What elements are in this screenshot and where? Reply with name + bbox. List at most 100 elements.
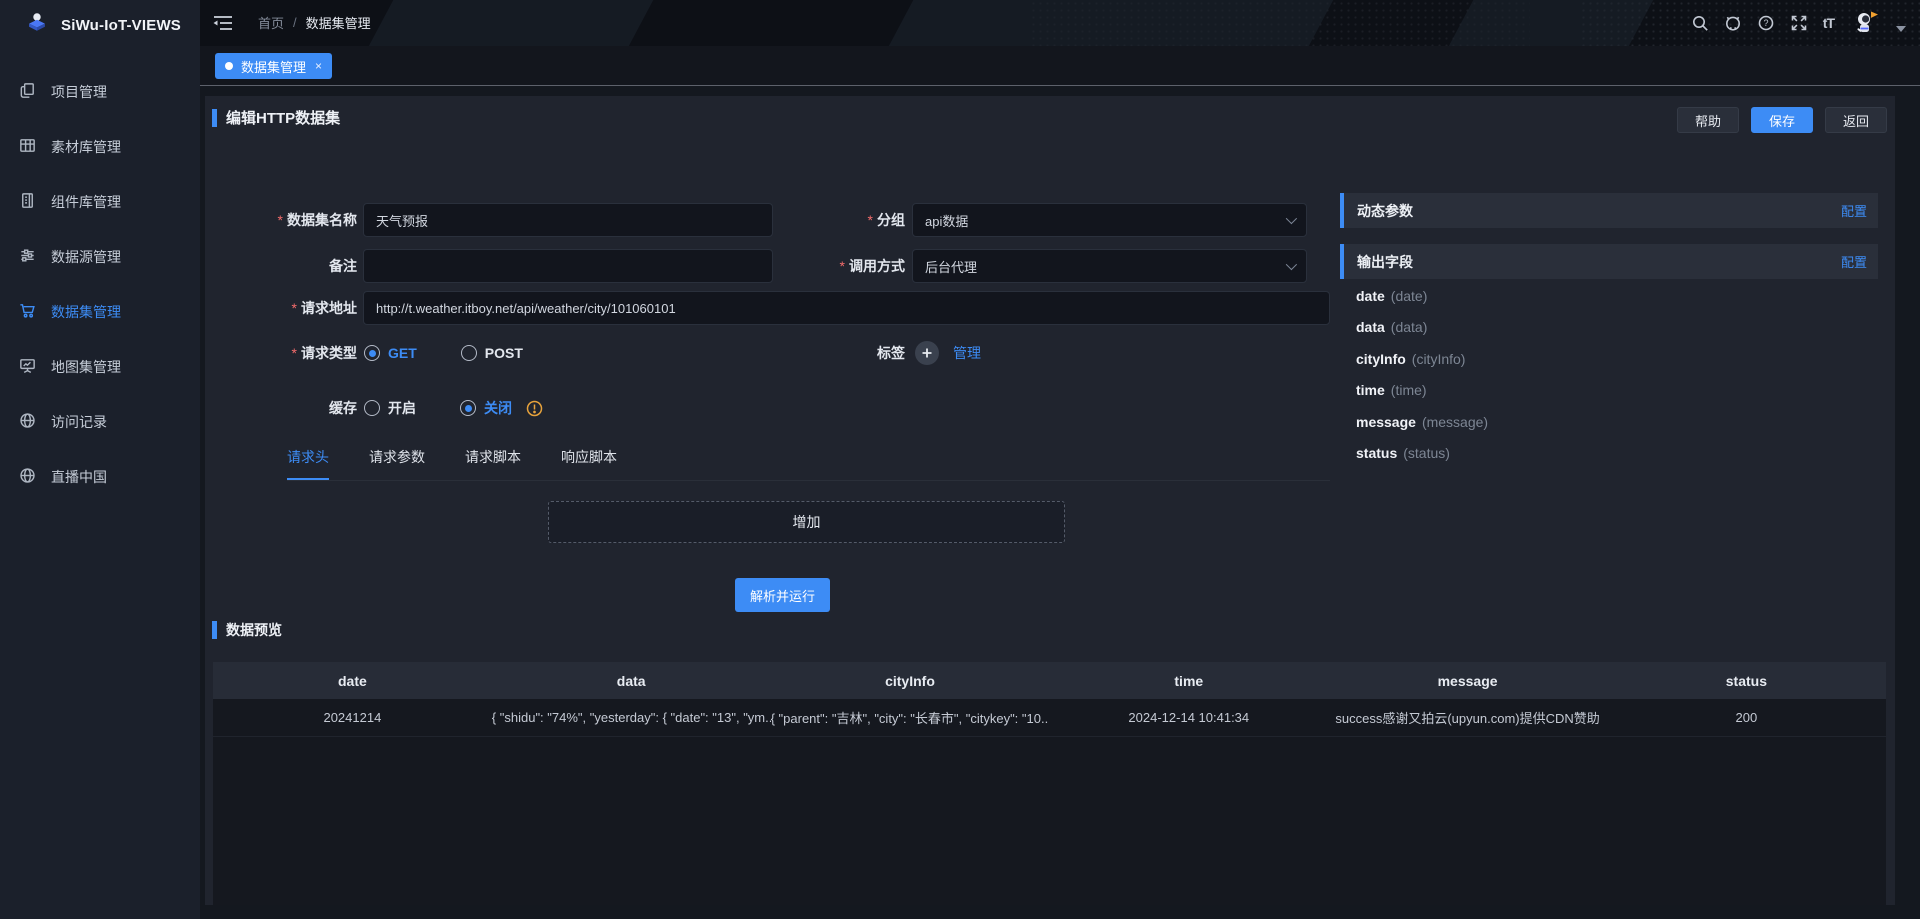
dynamic-params-config-link[interactable]: 配置 [1841,201,1867,220]
sidebar-item-live-china[interactable]: 直播中国 [0,449,200,504]
sidebar-item-label: 组件库管理 [51,192,121,212]
sidebar-item-label: 数据源管理 [51,247,121,267]
group-select[interactable]: api数据 [912,203,1307,237]
search-icon[interactable] [1691,14,1709,32]
dynamic-params-header: 动态参数 配置 [1340,193,1878,228]
tab-label: 数据集管理 [241,57,306,76]
app-title: SiWu-IoT-VIEWS [61,17,181,34]
sidebar-item-label: 地图集管理 [51,357,121,377]
sidebar: SiWu-IoT-VIEWS 项目管理 素材库管理 组件库管理 数据源管理 数据… [0,0,200,919]
remark-label: 备注 [205,249,357,283]
radio-cache-off-label[interactable]: 关闭 [484,398,512,418]
tab-dataset-management[interactable]: 数据集管理 × [215,53,332,79]
radio-post-label[interactable]: POST [485,345,523,361]
breadcrumb-home[interactable]: 首页 [258,13,284,32]
request-type-radio-group: GET POST [364,336,523,370]
breadcrumb: 首页 / 数据集管理 [258,13,371,32]
copy-icon [18,81,37,103]
cell-message: success感谢又拍云(upyun.com)提供CDN赞助 [1328,708,1607,727]
output-fields-header: 输出字段 配置 [1340,244,1878,279]
call-mode-select[interactable]: 后台代理 [912,249,1307,283]
column-header: data [492,673,771,689]
sidebar-item-label: 直播中国 [51,467,107,487]
output-field-row: date (date) [1356,280,1488,312]
font-size-icon[interactable]: tT [1823,15,1834,31]
fullscreen-icon[interactable] [1790,14,1808,32]
remark-input[interactable] [363,249,773,283]
output-field-row: data (data) [1356,312,1488,344]
chevron-down-icon [1286,259,1297,270]
preview-table-header: date data cityInfo time message status [213,662,1886,699]
radio-cache-on[interactable] [364,400,380,416]
radio-cache-on-label[interactable]: 开启 [388,398,416,418]
data-preview-title: 数据预览 [212,620,282,640]
breadcrumb-separator: / [293,15,297,30]
dataset-name-label: *数据集名称 [205,203,357,237]
table-row[interactable]: 20241214 { "shidu": "74%", "yesterday": … [213,699,1886,737]
warning-icon[interactable] [526,400,543,417]
column-header: cityInfo [771,673,1050,689]
sidebar-item-projects[interactable]: 项目管理 [0,64,200,119]
output-field-row: cityInfo (cityInfo) [1356,343,1488,375]
cell-time: 2024-12-14 10:41:34 [1049,710,1328,725]
caret-down-icon[interactable] [1896,26,1906,32]
avatar[interactable] [1851,8,1881,38]
save-button[interactable]: 保存 [1751,107,1813,133]
sidebar-item-label: 访问记录 [51,412,107,432]
tab-strip: 数据集管理 × [200,46,1920,86]
logo-icon [24,10,50,41]
chevron-down-icon [1286,213,1297,224]
cache-label: 缓存 [205,391,357,425]
output-field-row: status (status) [1356,438,1488,470]
sidebar-item-dataset[interactable]: 数据集管理 [0,284,200,339]
radio-cache-off[interactable] [460,400,476,416]
cell-date: 20241214 [213,710,492,725]
radio-get[interactable] [364,345,380,361]
github-icon[interactable] [1724,14,1742,32]
cell-cityinfo: { "parent": "吉林", "city": "长春市", "cityke… [771,708,1050,727]
tab-response-script[interactable]: 响应脚本 [561,447,617,480]
manage-tags-link[interactable]: 管理 [953,343,981,363]
cell-status: 200 [1607,710,1886,725]
back-button[interactable]: 返回 [1825,107,1887,133]
radio-get-label[interactable]: GET [388,345,417,361]
tab-request-headers[interactable]: 请求头 [287,447,329,480]
sidebar-item-label: 数据集管理 [51,302,121,322]
sidebar-item-label: 素材库管理 [51,137,121,157]
request-url-input[interactable] [363,291,1330,325]
add-tag-button[interactable] [915,341,939,365]
radio-post[interactable] [461,345,477,361]
editor-card: 编辑HTTP数据集 帮助 保存 返回 *数据集名称 *分组 api数据 备注 *… [205,96,1895,905]
active-tab-dot-icon [225,62,233,70]
preview-table-body: 20241214 { "shidu": "74%", "yesterday": … [213,699,1886,905]
collapse-sidebar-icon[interactable] [212,13,234,33]
topbar: 首页 / 数据集管理 ? tT [200,0,1920,46]
app-logo: SiWu-IoT-VIEWS [0,0,200,50]
sidebar-item-access-log[interactable]: 访问记录 [0,394,200,449]
grid-icon [18,136,37,158]
help-button[interactable]: 帮助 [1677,107,1739,133]
column-header: date [213,673,492,689]
sidebar-item-label: 项目管理 [51,82,107,102]
tab-request-params[interactable]: 请求参数 [369,447,425,480]
close-icon[interactable]: × [315,60,322,72]
help-icon[interactable]: ? [1757,14,1775,32]
cache-radio-group: 开启 关闭 [364,391,543,425]
tags-row: 管理 [915,336,981,370]
output-fields-list: date (date) data (data) cityInfo (cityIn… [1356,280,1488,469]
page-title: 编辑HTTP数据集 [212,107,340,128]
output-fields-config-link[interactable]: 配置 [1841,252,1867,271]
column-header: status [1607,673,1886,689]
request-type-label: *请求类型 [205,336,357,370]
add-header-button[interactable]: 增加 [548,501,1065,543]
sidebar-item-material-library[interactable]: 素材库管理 [0,119,200,174]
sidebar-item-component-library[interactable]: 组件库管理 [0,174,200,229]
sidebar-item-atlas[interactable]: 地图集管理 [0,339,200,394]
sidebar-item-datasource[interactable]: 数据源管理 [0,229,200,284]
tags-label: 标签 [753,336,905,370]
request-tabs: 请求头 请求参数 请求脚本 响应脚本 [287,436,1330,481]
parse-and-run-button[interactable]: 解析并运行 [735,578,830,612]
globe-icon [18,411,37,433]
tab-request-script[interactable]: 请求脚本 [465,447,521,480]
dataset-name-input[interactable] [363,203,773,237]
